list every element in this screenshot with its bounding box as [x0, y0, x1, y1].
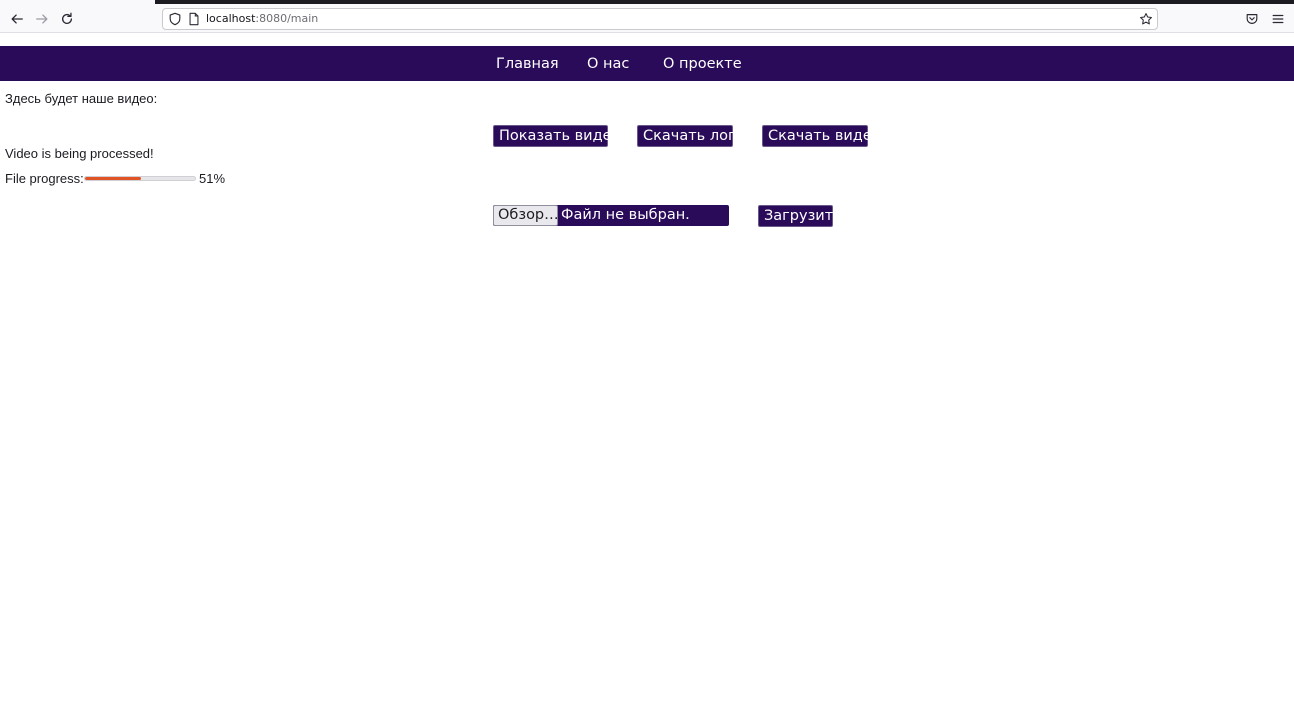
back-icon [11, 14, 23, 24]
menu-icon[interactable] [1271, 12, 1285, 26]
progress-label: File progress: [5, 171, 84, 186]
reload-button[interactable] [58, 10, 76, 28]
forward-icon [36, 14, 48, 24]
download-video-button[interactable]: Скачать видео [762, 125, 881, 147]
forward-button[interactable] [33, 10, 51, 28]
progress-fill [85, 177, 142, 180]
progress-percent: 51% [199, 171, 226, 186]
star-icon[interactable] [1139, 12, 1153, 26]
download-logs-button[interactable]: Скачать логи [637, 125, 745, 147]
upload-button[interactable]: Загрузить [758, 205, 842, 227]
browser-toolbar: localhost:8080/main [0, 4, 1294, 33]
address-bar[interactable]: localhost:8080/main [162, 8, 1158, 30]
browse-button[interactable]: Обзор… [493, 205, 559, 226]
nav-link-home[interactable]: Главная [496, 46, 559, 81]
url-host: localhost [206, 12, 256, 25]
video-intro-text: Здесь будет наше видео: [5, 91, 158, 106]
back-button[interactable] [8, 10, 26, 28]
site-navbar: Главная О нас О проекте [0, 46, 1294, 81]
processing-status: Video is being processed! [5, 146, 154, 161]
url-path: :8080/main [255, 12, 319, 25]
url-text[interactable]: localhost:8080/main [206, 12, 318, 26]
pocket-icon[interactable] [1245, 12, 1259, 26]
file-input[interactable]: Обзор… Файл не выбран. [493, 205, 729, 226]
no-file-label: Файл не выбран. [561, 207, 690, 223]
nav-link-project[interactable]: О проекте [663, 46, 742, 81]
shield-icon[interactable] [168, 12, 182, 26]
file-progress-bar [84, 176, 196, 181]
show-video-button[interactable]: Показать видео [493, 125, 620, 147]
reload-icon [61, 12, 73, 24]
nav-link-about[interactable]: О нас [587, 46, 629, 81]
page-icon [189, 12, 199, 26]
